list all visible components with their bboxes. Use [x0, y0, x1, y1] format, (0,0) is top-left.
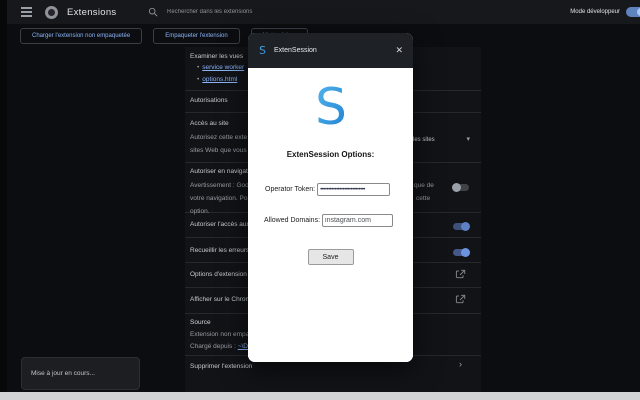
allowed-domains-input[interactable]: [322, 214, 393, 227]
incognito-label: Autoriser en navigati: [190, 168, 250, 175]
file-urls-toggle[interactable]: [453, 222, 470, 231]
pack-extension-button[interactable]: Empaqueter l'extension: [153, 28, 240, 44]
options-html-link[interactable]: options.html: [202, 76, 237, 83]
window-left-edge: [0, 0, 7, 392]
dialog-header: S ExtenSession ✕: [248, 33, 413, 68]
page-title: Extensions: [67, 6, 117, 18]
inspect-view-row: • service worker: [197, 64, 244, 71]
extensions-logo-core: [48, 8, 55, 16]
file-urls-label: Autoriser l'accès aux: [190, 221, 250, 228]
loaded-from-link[interactable]: ~\D: [238, 343, 248, 350]
remove-extension-row[interactable]: Supprimer l'extension: [190, 363, 252, 370]
extensession-options-dialog: S ExtenSession ✕ S ExtenSession Options:…: [248, 33, 413, 362]
inspect-views-label: Examiner les vues: [190, 53, 244, 60]
incognito-warning-line2: votre navigation. Po: [190, 195, 248, 202]
dev-mode-toggle[interactable]: [626, 7, 640, 17]
token-field-row: Operator Token:: [265, 183, 390, 196]
search-icon: [148, 7, 158, 17]
site-access-dropdown-value: les sites: [413, 137, 435, 143]
search-input[interactable]: [165, 8, 319, 16]
dev-mode-label: Mode développeur: [570, 9, 620, 15]
external-link-icon[interactable]: [455, 294, 466, 305]
domains-label: Allowed Domains:: [264, 217, 321, 224]
incognito-warning-fragment: cette: [416, 195, 431, 202]
collect-errors-toggle[interactable]: [453, 248, 470, 257]
source-type: Extension non empa: [190, 331, 250, 338]
close-icon[interactable]: ✕: [395, 46, 403, 55]
toggle-knob: [452, 183, 461, 192]
bullet: •: [197, 64, 200, 71]
bullet: •: [197, 76, 200, 83]
menu-icon[interactable]: [21, 11, 32, 13]
site-access-desc-line1: Autorisez cette exte: [190, 134, 248, 141]
extensession-logo-icon: S: [259, 44, 266, 57]
service-worker-link[interactable]: service worker: [202, 64, 244, 71]
svg-text:S: S: [259, 44, 266, 57]
toggle-knob: [461, 222, 470, 231]
extension-options-label: Options d'extension: [190, 271, 247, 278]
collect-errors-label: Recueillir les erreurs: [190, 247, 250, 254]
permissions-label: Autorisations: [190, 97, 228, 104]
dialog-body: S ExtenSession Options: Operator Token: …: [248, 68, 413, 362]
update-toast: Mise à jour en cours...: [21, 357, 140, 390]
dialog-heading: ExtenSession Options:: [286, 150, 375, 159]
incognito-warning-line1: Avertissement : Goo: [190, 182, 249, 189]
loaded-from-row: Chargé depuis : ~\D: [190, 343, 248, 350]
external-link-icon[interactable]: [455, 269, 466, 280]
toggle-knob: [461, 248, 470, 257]
source-label: Source: [190, 319, 211, 326]
dialog-title: ExtenSession: [274, 47, 317, 54]
token-label: Operator Token:: [265, 186, 316, 193]
site-access-desc-line2: sites Web que vous c: [190, 147, 252, 154]
window-bottom-strip: [0, 392, 640, 400]
loaded-from-prefix: Chargé depuis :: [190, 343, 238, 350]
save-button[interactable]: Save: [307, 249, 354, 265]
svg-text:S: S: [315, 80, 347, 132]
operator-token-input[interactable]: [317, 183, 390, 196]
incognito-toggle[interactable]: [452, 183, 469, 192]
search-bar: [148, 0, 319, 24]
site-access-dropdown[interactable]: les sites ▾: [413, 136, 470, 143]
extensession-logo-large: S: [315, 80, 347, 132]
incognito-warning-line3: option.: [190, 208, 210, 215]
extensions-page: Extensions Mode développeur Charger l'ex…: [0, 0, 640, 400]
chevron-down-icon: ▾: [466, 136, 470, 143]
extensions-logo-icon: [45, 5, 58, 19]
inspect-view-row: • options.html: [197, 76, 237, 83]
chevron-right-icon: ›: [459, 359, 462, 369]
domains-field-row: Allowed Domains:: [264, 214, 393, 227]
load-unpacked-button[interactable]: Charger l'extension non empaquetée: [20, 28, 143, 44]
site-access-label: Accès au site: [190, 120, 229, 127]
app-header: Extensions Mode développeur: [0, 0, 640, 24]
dev-mode-control: Mode développeur: [570, 0, 640, 24]
view-in-store-label: Afficher sur le Chrom: [190, 296, 251, 303]
incognito-warning-fragment: que de: [414, 182, 434, 189]
